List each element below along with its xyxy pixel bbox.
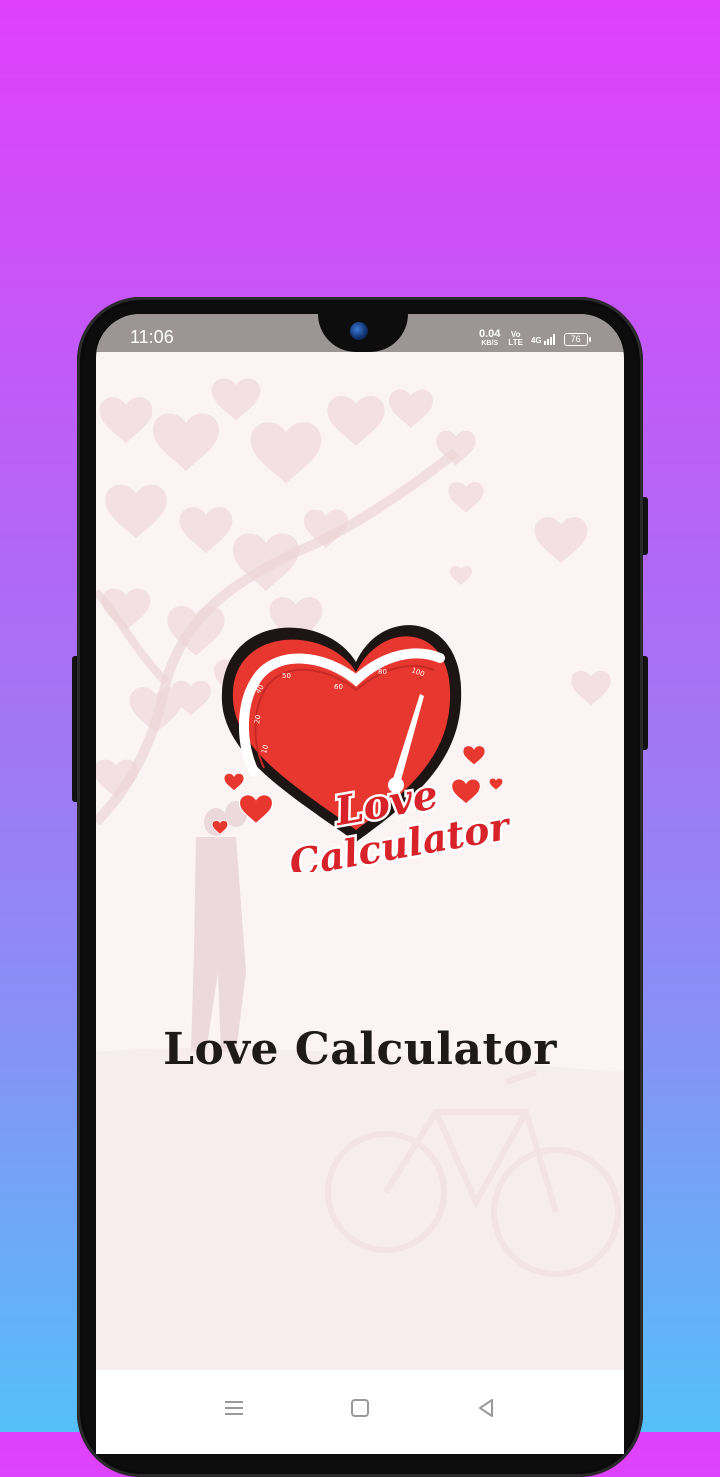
net-speed-value: 0.04 bbox=[479, 328, 501, 340]
status-bar: 11:06 0.04 KB/S Vo LTE 4G 76 bbox=[96, 314, 624, 352]
love-calculator-logo: 10 20 40 50 60 80 100 Love Calculator bbox=[212, 625, 516, 872]
volte-bottom: LTE bbox=[508, 338, 523, 347]
battery-icon: 76 bbox=[563, 332, 591, 346]
status-time: 11:06 bbox=[130, 327, 174, 347]
navigation-bar bbox=[96, 1370, 624, 1454]
volte-icon: Vo LTE bbox=[508, 331, 523, 347]
gauge-tick-50: 50 bbox=[282, 672, 291, 680]
status-icons: 0.04 KB/S Vo LTE 4G 76 bbox=[479, 328, 591, 349]
front-camera-icon bbox=[350, 322, 368, 340]
splash-content: 10 20 40 50 60 80 100 Love Calculator Lo… bbox=[96, 352, 624, 1370]
phone-screen: 11:06 0.04 KB/S Vo LTE 4G 76 10 20 40 50… bbox=[96, 314, 624, 1454]
signal-icon: 4G bbox=[530, 333, 556, 345]
back-icon[interactable] bbox=[466, 1388, 506, 1428]
app-title: Love Calculator bbox=[163, 1024, 557, 1075]
gauge-tick-60: 60 bbox=[334, 683, 343, 691]
gauge-tick-20: 20 bbox=[253, 714, 262, 724]
net-speed-unit: KB/S bbox=[481, 340, 499, 347]
home-icon[interactable] bbox=[340, 1388, 380, 1428]
battery-level: 76 bbox=[570, 333, 581, 344]
menu-icon[interactable] bbox=[214, 1388, 254, 1428]
network-type: 4G bbox=[530, 335, 542, 345]
gauge-tick-80: 80 bbox=[378, 668, 387, 676]
net-speed: 0.04 KB/S bbox=[479, 328, 501, 348]
